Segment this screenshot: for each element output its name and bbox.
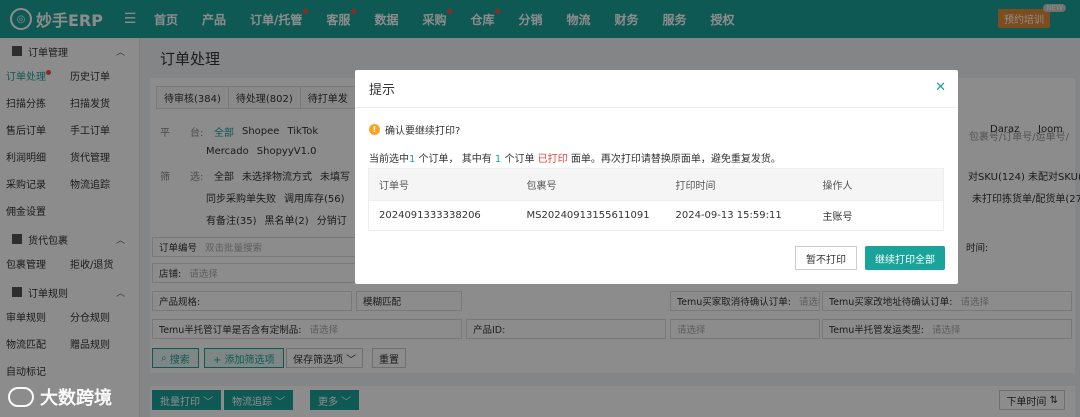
warning-line: ! 确认要继续打印? xyxy=(369,122,460,137)
operator-cell: 主账号 xyxy=(812,200,944,231)
close-icon[interactable]: ✕ xyxy=(935,80,946,95)
info-text: 个订单， 其中有 xyxy=(415,154,495,165)
table-header-row: 订单号 包裹号 打印时间 操作人 xyxy=(368,168,944,201)
print-confirm-dialog: 提示 ✕ ! 确认要继续打印? 当前选中1 个订单， 其中有 1 个订单 已打印… xyxy=(355,70,958,284)
column-header: 操作人 xyxy=(812,168,944,201)
info-text: 个订单 xyxy=(501,154,538,165)
continue-print-all-button[interactable]: 继续打印全部 xyxy=(865,246,945,270)
info-text: 当前选中 xyxy=(369,154,409,165)
printed-orders-table: 订单号 包裹号 打印时间 操作人 2024091333338206 MS2024… xyxy=(368,168,944,231)
warning-icon: ! xyxy=(369,124,380,135)
dialog-title: 提示 xyxy=(369,83,396,98)
dialog-header: 提示 ✕ xyxy=(355,70,958,108)
dont-print-button[interactable]: 暂不打印 xyxy=(795,246,857,270)
info-line: 当前选中1 个订单， 其中有 1 个订单 已打印 面单。再次打印请替换原面单，避… xyxy=(369,150,781,165)
column-header: 包裹号 xyxy=(516,168,666,201)
column-header: 订单号 xyxy=(368,168,517,201)
order-number-cell: 2024091333338206 xyxy=(368,200,517,231)
printed-status: 已打印 xyxy=(537,154,568,165)
info-text: 面单。再次打印请替换原面单，避免重复发货。 xyxy=(567,154,781,165)
package-number-cell: MS20240913155611091 xyxy=(516,200,666,231)
watermark: 大数跨境 xyxy=(8,384,112,410)
watermark-logo-icon xyxy=(8,387,34,407)
table-row: 2024091333338206 MS20240913155611091 202… xyxy=(368,200,944,231)
warning-text: 确认要继续打印? xyxy=(385,126,461,137)
print-time-cell: 2024-09-13 15:59:11 xyxy=(665,200,813,231)
column-header: 打印时间 xyxy=(665,168,813,201)
watermark-text: 大数跨境 xyxy=(40,388,112,409)
